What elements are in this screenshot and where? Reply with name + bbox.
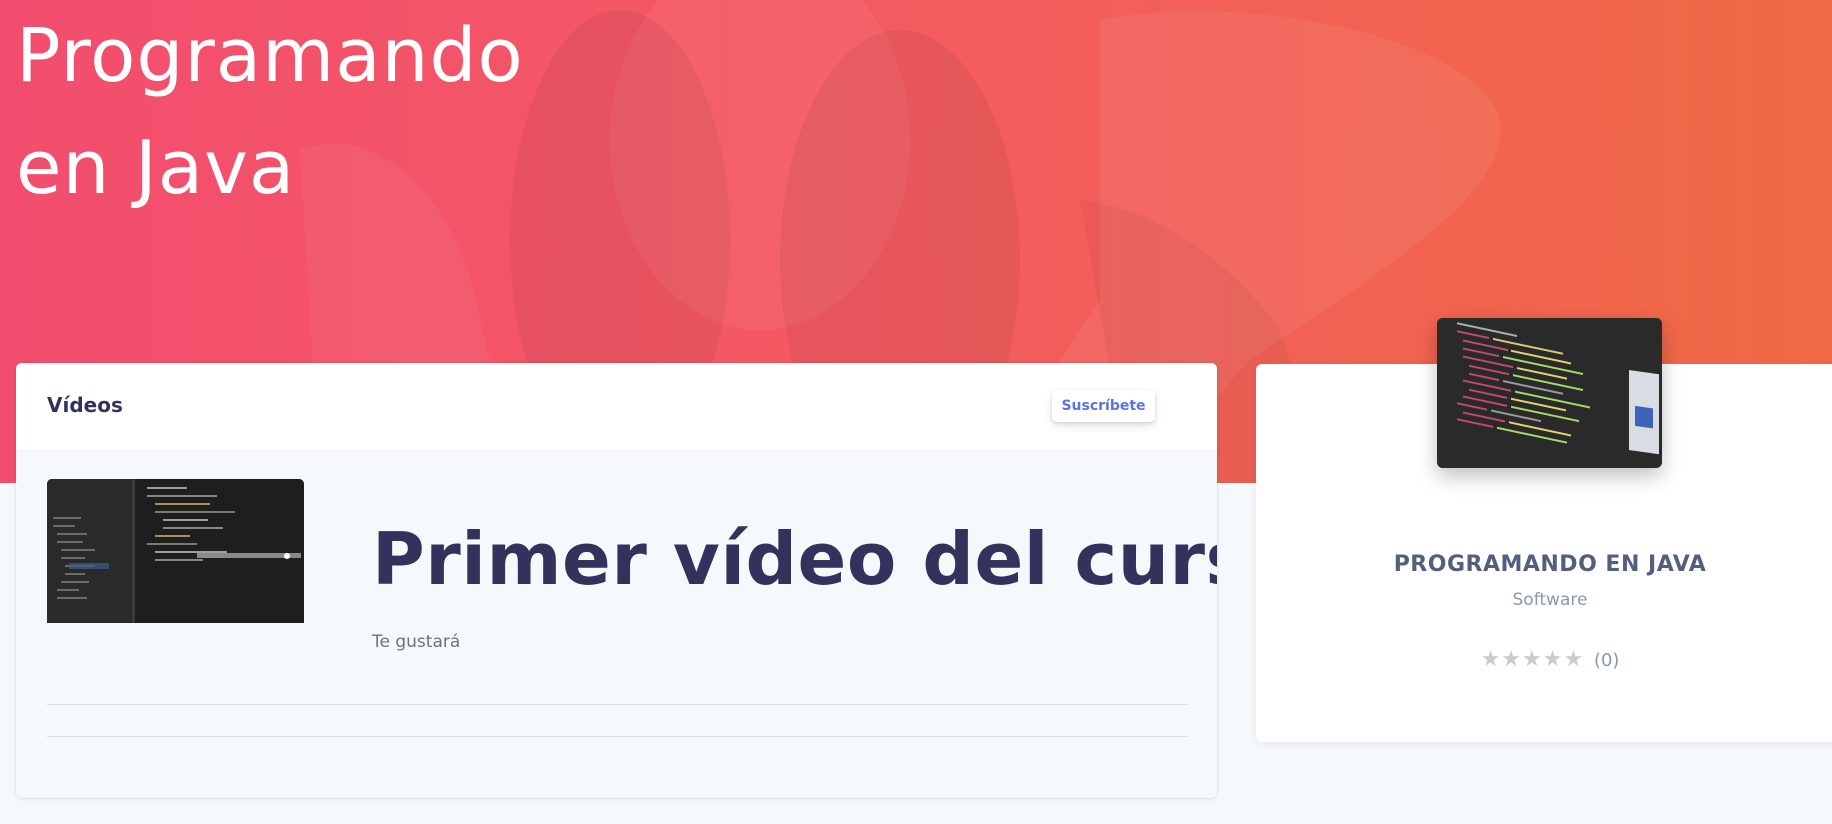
- rating-count: (0): [1593, 650, 1620, 671]
- course-thumbnail[interactable]: [1437, 318, 1662, 468]
- video-description: Te gustará: [372, 632, 461, 652]
- star-rating-icon: ★★★★★: [1480, 647, 1585, 672]
- videos-card-header: Vídeos Suscríbete: [16, 363, 1217, 449]
- course-name[interactable]: PROGRAMANDO EN JAVA: [1256, 552, 1832, 577]
- page-title-line2: en Java: [16, 125, 296, 211]
- divider: [47, 736, 1187, 737]
- subscribe-button[interactable]: Suscríbete: [1052, 390, 1155, 422]
- code-thumbnail-image: [47, 479, 304, 623]
- videos-heading: Vídeos: [47, 393, 123, 417]
- page-title-line1: Programando: [16, 13, 524, 99]
- divider: [47, 704, 1187, 705]
- code-screen-image: [1437, 318, 1662, 468]
- video-thumbnail[interactable]: [47, 479, 304, 623]
- page: Programando en Java Vídeos Suscríbete Pr…: [0, 0, 1832, 824]
- video-title[interactable]: Primer vídeo del curso: [372, 517, 1217, 601]
- videos-card: Vídeos Suscríbete Primer vídeo del curso…: [16, 363, 1217, 798]
- course-rating: ★★★★★ (0): [1256, 647, 1832, 672]
- page-title: Programando en Java: [16, 0, 716, 224]
- video-list-item[interactable]: Primer vídeo del curso Te gustará: [47, 479, 1217, 652]
- course-category: Software: [1512, 590, 1588, 610]
